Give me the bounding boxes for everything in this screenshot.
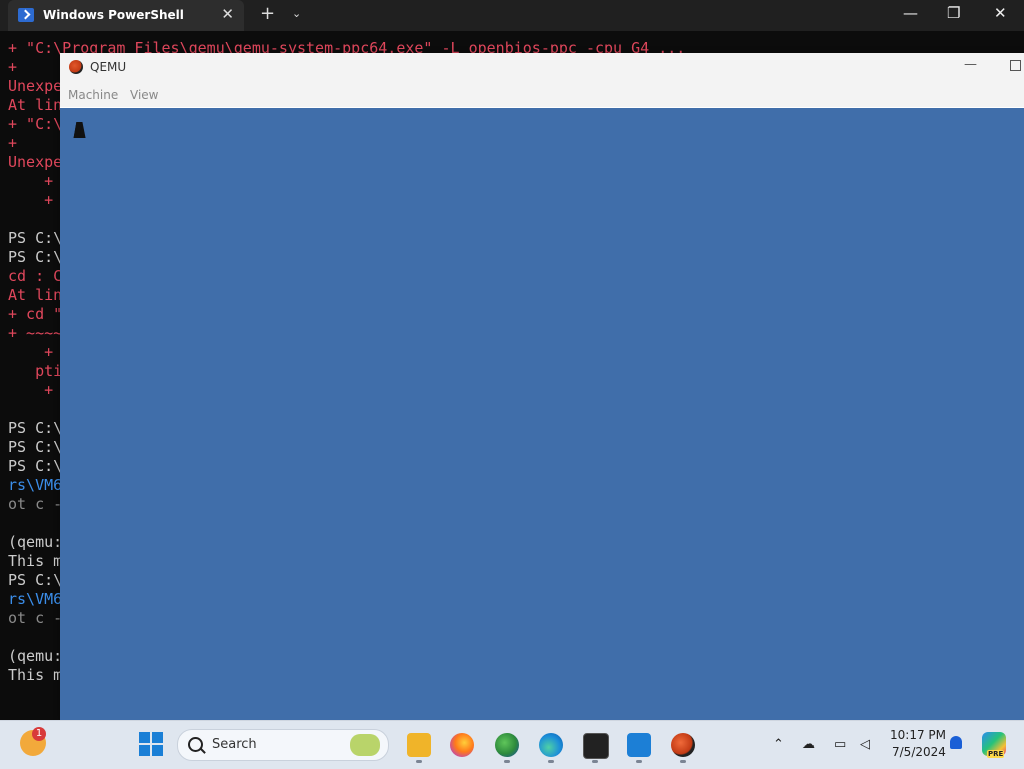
qemu-title: QEMU: [90, 60, 127, 74]
qemu-minimize-button[interactable]: —: [964, 57, 977, 72]
firefox-icon[interactable]: [450, 733, 474, 757]
terminal-line: Unexpe: [8, 77, 63, 95]
tab-windows-powershell[interactable]: Windows PowerShell ✕: [8, 0, 244, 31]
menu-view[interactable]: View: [130, 88, 158, 102]
terminal-line: PS C:\: [8, 571, 63, 589]
edge-icon[interactable]: [539, 733, 563, 757]
terminal-line: PS C:\: [8, 229, 63, 247]
terminal-icon[interactable]: [583, 733, 609, 759]
network-icon[interactable]: ▭: [834, 737, 846, 752]
tab-close-button[interactable]: ✕: [221, 5, 234, 23]
terminal-line: ot c -: [8, 609, 63, 627]
terminal-line: +: [8, 58, 18, 76]
qemu-window: QEMU — Machine View: [60, 53, 1024, 720]
terminal-line: This m: [8, 666, 63, 684]
qemu-display[interactable]: [60, 108, 1024, 720]
qemu-logo-icon: [69, 60, 83, 74]
terminal-line: rs\VM6: [8, 476, 63, 494]
remote-desktop-icon[interactable]: [627, 733, 651, 757]
file-explorer-icon[interactable]: [407, 733, 431, 757]
qemu-titlebar[interactable]: QEMU —: [60, 53, 1024, 81]
terminal-line: ot c -: [8, 495, 63, 513]
notification-bell-icon[interactable]: [950, 736, 962, 749]
terminal-line: +: [8, 191, 54, 209]
terminal-line: +: [8, 343, 54, 361]
terminal-titlebar: Windows PowerShell ✕ + ⌄ — ❐ ✕: [0, 0, 1024, 31]
tab-dropdown-button[interactable]: ⌄: [292, 7, 301, 20]
terminal-line: cd : C: [8, 267, 63, 285]
search-placeholder: Search: [212, 737, 257, 752]
clock-time[interactable]: 10:17 PM: [890, 728, 946, 742]
qemu-maximize-button[interactable]: [1010, 60, 1021, 71]
running-indicator: [592, 760, 598, 763]
new-tab-button[interactable]: +: [260, 3, 275, 24]
search-highlight-icon: [350, 734, 380, 756]
terminal-line: + "C:\: [8, 115, 63, 133]
volume-muted-icon[interactable]: ◁: [860, 737, 870, 752]
terminal-line: Unexpe: [8, 153, 63, 171]
running-indicator: [680, 760, 686, 763]
terminal-line: rs\VM6: [8, 590, 63, 608]
terminal-line: At lin: [8, 286, 63, 304]
terminal-line: PS C:\: [8, 248, 63, 266]
terminal-line: PS C:\: [8, 438, 63, 456]
show-hidden-icons-chevron-icon[interactable]: ⌃: [773, 737, 784, 752]
terminal-line: (qemu:: [8, 533, 63, 551]
terminal-line: +: [8, 134, 18, 152]
terminal-line: This m: [8, 552, 63, 570]
qemu-icon[interactable]: [671, 733, 695, 757]
minimize-button[interactable]: —: [903, 4, 918, 22]
terminal-line: (qemu:: [8, 647, 63, 665]
running-indicator: [504, 760, 510, 763]
terminal-line: +: [8, 172, 54, 190]
mouse-pointer-icon: [73, 122, 89, 138]
terminal-line: +: [8, 381, 54, 399]
terminal-line: PS C:\: [8, 457, 63, 475]
running-indicator: [636, 760, 642, 763]
terminal-line: PS C:\: [8, 419, 63, 437]
windows-logo-icon: [139, 732, 150, 743]
network-globe-icon[interactable]: [495, 733, 519, 757]
taskbar-search[interactable]: Search: [177, 729, 389, 761]
terminal-line: + ~~~~: [8, 324, 63, 342]
running-indicator: [548, 760, 554, 763]
onedrive-cloud-icon[interactable]: ☁: [802, 737, 815, 752]
qemu-menubar: Machine View: [60, 81, 1024, 107]
search-icon: [188, 737, 203, 752]
copilot-pre-badge: PRE: [987, 750, 1005, 758]
start-button[interactable]: [139, 732, 163, 756]
terminal-line: At lin: [8, 96, 63, 114]
window-close-button[interactable]: ✕: [994, 4, 1007, 22]
restore-button[interactable]: ❐: [947, 4, 960, 22]
menu-machine[interactable]: Machine: [68, 88, 118, 102]
terminal-line: pti: [8, 362, 63, 380]
powershell-icon: [18, 8, 34, 22]
clock-date[interactable]: 7/5/2024: [892, 745, 946, 759]
terminal-line: + cd ": [8, 305, 63, 323]
weather-badge: 1: [32, 727, 46, 741]
tab-title: Windows PowerShell: [43, 8, 184, 22]
running-indicator: [416, 760, 422, 763]
